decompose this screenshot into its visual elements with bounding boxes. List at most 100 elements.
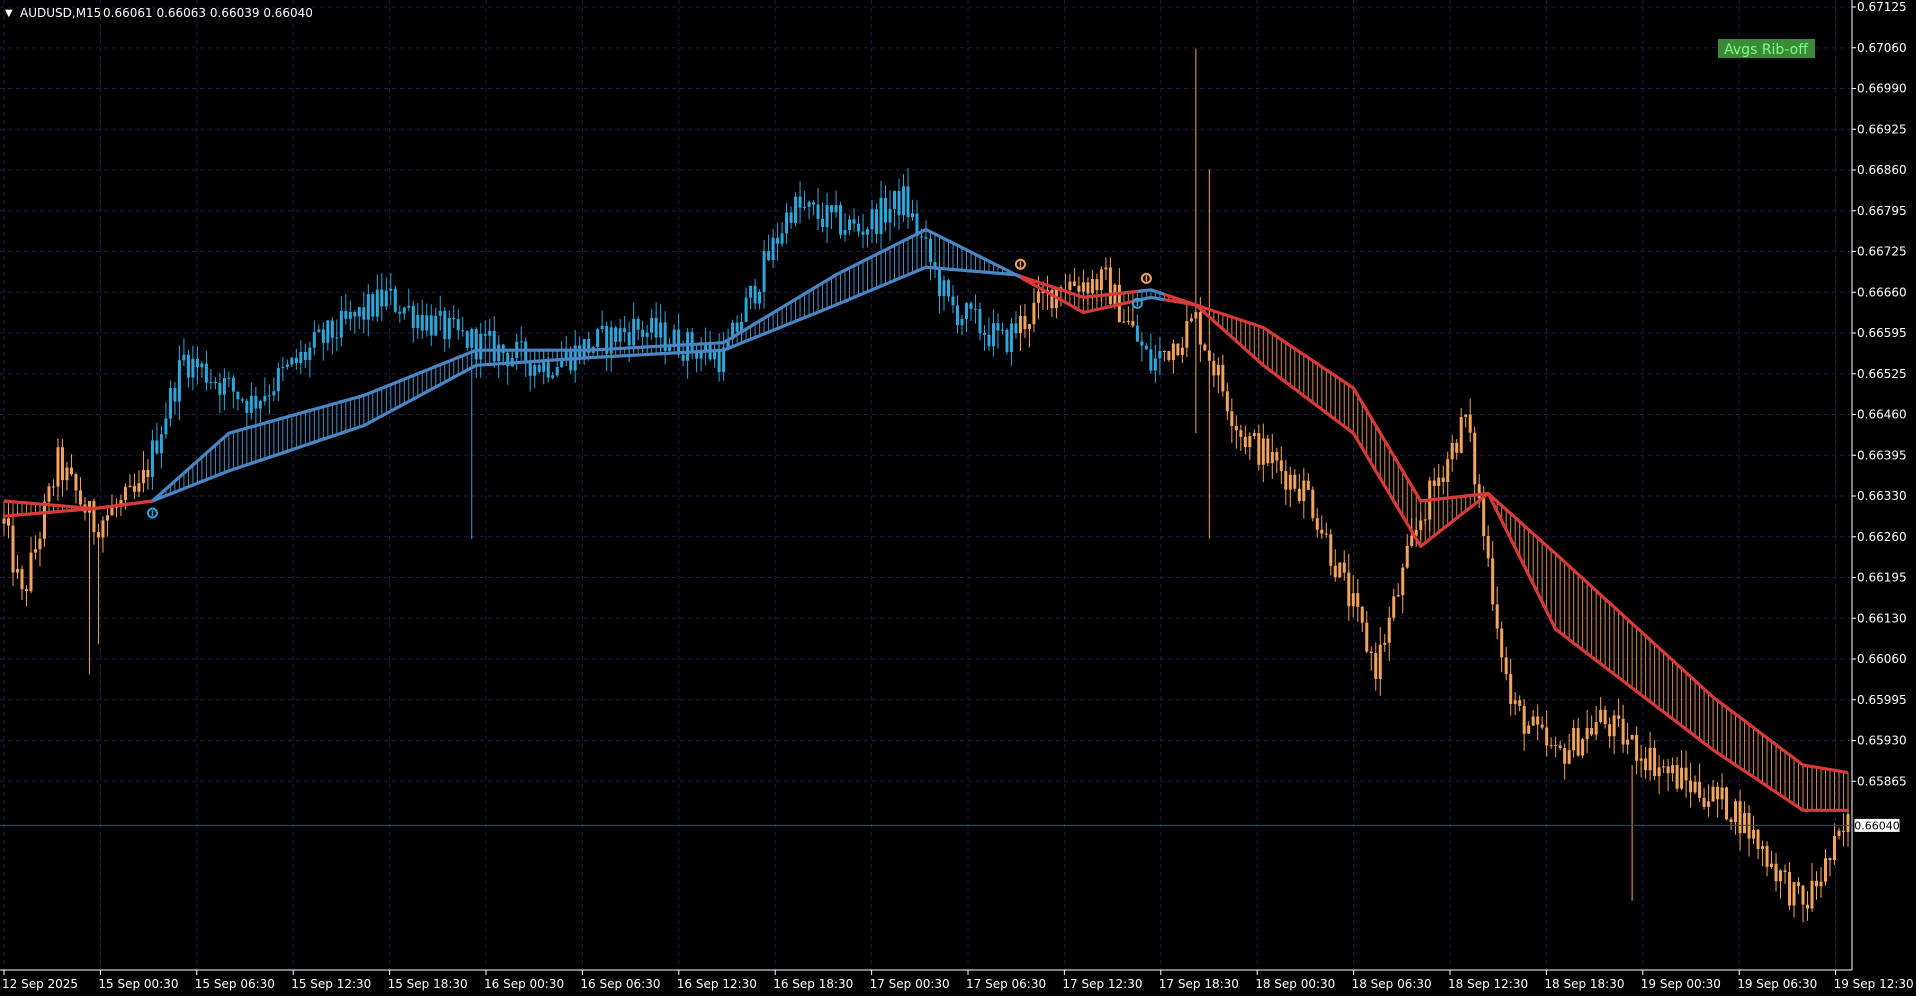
candle-body xyxy=(636,318,640,330)
candle-body xyxy=(434,315,438,336)
candle-body xyxy=(357,307,361,317)
candle-body xyxy=(1221,364,1225,392)
candle-body xyxy=(1509,674,1513,705)
candle-body xyxy=(1288,474,1292,490)
candle-body xyxy=(794,196,798,223)
candle-body xyxy=(920,236,924,238)
candle-body xyxy=(614,327,618,342)
candle-body xyxy=(996,323,1000,331)
candle-body xyxy=(240,399,244,401)
candle-body xyxy=(1522,705,1526,734)
candle-body xyxy=(1212,360,1216,376)
candle-body xyxy=(1801,885,1805,905)
candle-body xyxy=(6,518,10,526)
candle-body xyxy=(1410,535,1414,546)
candle-body xyxy=(1495,604,1499,629)
candle-body xyxy=(1698,781,1702,798)
candle-body xyxy=(47,486,51,502)
candle-body xyxy=(1284,471,1288,490)
candle-body xyxy=(326,320,330,343)
candle-body xyxy=(973,308,977,310)
candle-body xyxy=(888,209,892,223)
candle-body xyxy=(335,337,339,339)
y-tick-label: 0.66860 xyxy=(1857,163,1907,177)
y-tick-label: 0.66330 xyxy=(1857,489,1907,503)
price-chart[interactable]: 0.67125 0.67060 0.66990 0.66925 0.66860 0.667… xyxy=(0,0,1916,996)
candle-body xyxy=(245,400,249,413)
candle-body xyxy=(1828,858,1832,861)
candle-body xyxy=(42,501,46,539)
candle-body xyxy=(1356,593,1360,607)
candle-body xyxy=(942,280,946,297)
candle-body xyxy=(946,280,950,297)
candle-body xyxy=(1734,801,1738,823)
candle-body xyxy=(1225,391,1229,412)
candle-body xyxy=(1473,432,1477,485)
candle-body xyxy=(1099,269,1103,291)
candle-body xyxy=(1027,324,1031,330)
candle-body xyxy=(128,485,132,488)
candle-body xyxy=(443,310,447,340)
candle-body xyxy=(15,569,19,573)
candle-body xyxy=(155,440,159,454)
candle-body xyxy=(438,310,442,316)
candle-body xyxy=(1374,653,1378,679)
candle-body xyxy=(398,311,402,314)
candle-body xyxy=(425,315,429,331)
candle-body xyxy=(452,318,456,320)
candle-body xyxy=(1729,819,1733,823)
candle-body xyxy=(1531,716,1535,726)
candle-body xyxy=(1441,477,1445,482)
candle-body xyxy=(254,395,258,409)
candle-body xyxy=(416,315,420,329)
avgs-rib-off-button[interactable]: Avgs Rib-off xyxy=(1718,39,1815,58)
candle-body xyxy=(1644,758,1648,771)
candle-body xyxy=(159,434,163,454)
candle-body xyxy=(834,205,838,213)
header-dropdown-icon[interactable]: ▼ xyxy=(5,8,13,19)
candle-body xyxy=(1122,321,1126,323)
y-tick-label: 0.66395 xyxy=(1857,448,1907,462)
candle-body xyxy=(650,317,654,333)
candle-body xyxy=(1603,709,1607,725)
candle-body xyxy=(1090,279,1094,294)
candle-body xyxy=(1297,488,1301,502)
candle-body xyxy=(1657,767,1661,777)
candle-body xyxy=(1527,725,1531,734)
candle-body xyxy=(1743,813,1747,834)
candle-body xyxy=(1153,358,1157,371)
candle-body xyxy=(393,288,397,312)
candle-body xyxy=(1077,285,1081,292)
candle-body xyxy=(461,330,465,332)
candle-body xyxy=(677,329,681,355)
candle-body xyxy=(879,197,883,235)
candle-body xyxy=(1455,442,1459,453)
ohlc-label: 0.66061 0.66063 0.66039 0.66040 xyxy=(103,6,313,20)
candle-body xyxy=(195,358,199,368)
x-tick-label: 15 Sep 18:30 xyxy=(388,977,468,991)
candle-body xyxy=(542,362,546,372)
symbol-label: AUDUSD,M15 xyxy=(20,6,101,20)
candle-body xyxy=(1626,739,1630,745)
candle-body xyxy=(1833,836,1837,861)
candle-body xyxy=(1450,442,1454,460)
candle-body xyxy=(276,368,280,392)
candle-body xyxy=(1572,727,1576,751)
candle-body xyxy=(92,501,96,533)
x-tick-label: 16 Sep 00:30 xyxy=(484,977,564,991)
avgs-rib-off-label[interactable]: Avgs Rib-off xyxy=(1724,42,1808,58)
candle-body xyxy=(1302,480,1306,502)
candle-body xyxy=(1104,267,1108,270)
candle-body xyxy=(1135,325,1139,342)
candle-body xyxy=(1140,341,1144,346)
candle-body xyxy=(1621,718,1625,745)
candle-body xyxy=(1459,416,1463,453)
x-tick-label: 17 Sep 12:30 xyxy=(1062,977,1142,991)
candle-body xyxy=(1738,801,1742,834)
candle-body xyxy=(411,305,415,329)
chart-header: ▼ AUDUSD,M15 0.66061 0.66063 0.66039 0.6… xyxy=(5,6,313,20)
candle-body xyxy=(1423,519,1427,521)
candle-body xyxy=(132,485,136,492)
candle-body xyxy=(537,365,541,372)
candle-body xyxy=(803,206,807,208)
